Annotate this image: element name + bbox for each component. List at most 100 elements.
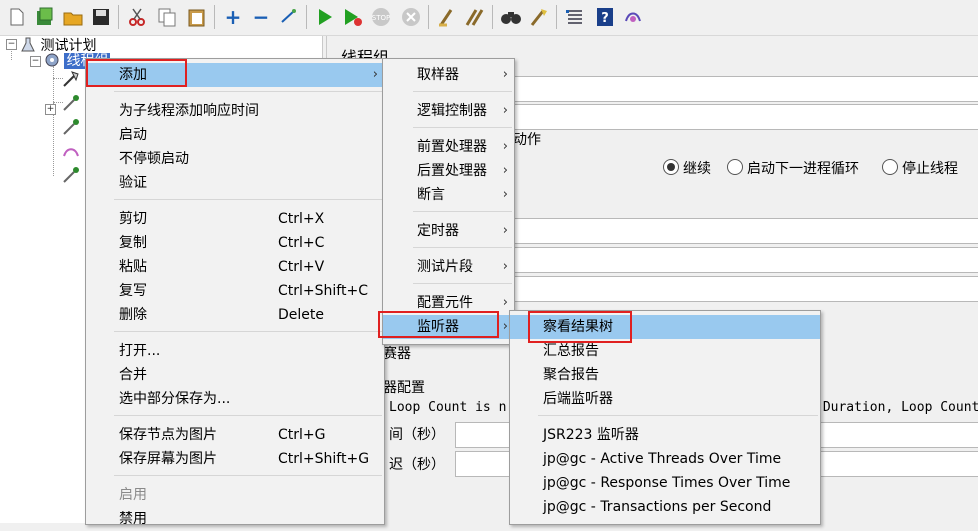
loop-count-field[interactable] (513, 276, 978, 302)
comments-field[interactable] (513, 104, 978, 130)
listener-icon[interactable] (62, 142, 80, 164)
chevron-right-icon: › (502, 163, 508, 178)
pipette-icon-2[interactable] (62, 118, 80, 140)
menu-item-start[interactable]: 启动 (86, 123, 384, 147)
submenu-item-assertion[interactable]: 断言 › (383, 183, 514, 207)
pipette-icon-3[interactable] (62, 166, 80, 188)
menu-item-add[interactable]: 添加 › (86, 63, 384, 87)
listener-item-view-results-tree[interactable]: 察看结果树 (510, 315, 820, 339)
menu-item-save-screen-image[interactable]: 保存屏幕为图片 Ctrl+Shift+G (86, 447, 384, 471)
listener-item-jsr223[interactable]: JSR223 监听器 (510, 423, 820, 447)
submenu-item-listener[interactable]: 监听器 › (383, 315, 514, 339)
ramp-up-field[interactable] (513, 247, 978, 273)
submenu-item-config-element[interactable]: 配置元件 › (383, 291, 514, 315)
collapse-root-icon[interactable]: − (6, 39, 17, 50)
submenu-item-logic-controller[interactable]: 逻辑控制器 › (383, 99, 514, 123)
menu-item-copy[interactable]: 复制 Ctrl+C (86, 231, 384, 255)
listener-item-backend-listener[interactable]: 后端监听器 (510, 387, 820, 411)
chevron-right-icon: › (372, 67, 378, 82)
menu-item-validate[interactable]: 验证 (86, 171, 384, 195)
menu-item-open[interactable]: 打开... (86, 339, 384, 363)
menu-item-disable[interactable]: 禁用 (86, 507, 384, 531)
http-sampler-icon[interactable] (62, 70, 80, 92)
start-no-pause-icon[interactable] (342, 6, 364, 28)
menu-item-duplicate[interactable]: 复写 Ctrl+Shift+C (86, 279, 384, 303)
toolbar: + − STOP ? (0, 0, 978, 36)
search-icon[interactable] (500, 6, 522, 28)
submenu-item-label: 配置元件 (417, 295, 473, 311)
clear-all-icon[interactable] (464, 6, 486, 28)
submenu-item-post-processor[interactable]: 后置处理器 › (383, 159, 514, 183)
chevron-right-icon: › (502, 259, 508, 274)
listener-item-transactions-per-second[interactable]: jp@gc - Transactions per Second (510, 495, 820, 519)
menu-item-save-node-image[interactable]: 保存节点为图片 Ctrl+G (86, 423, 384, 447)
radio-next-loop-icon (727, 159, 743, 175)
chevron-right-icon: › (502, 139, 508, 154)
collapse-all-icon[interactable]: − (250, 6, 272, 28)
menu-item-label: 选中部分保存为... (119, 391, 231, 407)
listener-item-aggregate-report[interactable]: 聚合报告 (510, 363, 820, 387)
stop-icon[interactable]: STOP (370, 6, 392, 28)
submenu-item-sampler[interactable]: 取样器 › (383, 63, 514, 87)
number-of-threads-field[interactable] (513, 218, 978, 244)
menu-item-label: 打开... (119, 343, 161, 359)
pipette-icon[interactable] (62, 94, 80, 116)
listener-item-summary-report[interactable]: 汇总报告 (510, 339, 820, 363)
submenu-item-test-fragment[interactable]: 测试片段 › (383, 255, 514, 279)
cut-icon[interactable] (126, 6, 148, 28)
expand-child-icon[interactable]: + (45, 104, 56, 115)
radio-stop-thread[interactable]: 停止线程 (882, 158, 958, 178)
function-helper-icon[interactable] (564, 6, 586, 28)
submenu-item-timer[interactable]: 定时器 › (383, 219, 514, 243)
submenu-item-label: 逻辑控制器 (417, 103, 487, 119)
remote-icon[interactable] (622, 6, 644, 28)
help-icon[interactable]: ? (594, 6, 616, 28)
listener-item-label: jp@gc - Transactions per Second (543, 499, 772, 515)
templates-icon[interactable] (34, 6, 56, 28)
radio-continue[interactable]: 继续 (663, 158, 711, 178)
listener-item-active-threads[interactable]: jp@gc - Active Threads Over Time (510, 447, 820, 471)
new-file-icon[interactable] (6, 6, 28, 28)
menu-item-start-no-pause[interactable]: 不停顿启动 (86, 147, 384, 171)
menu-item-add-label: 添加 (119, 67, 147, 83)
expand-all-icon[interactable]: + (222, 6, 244, 28)
duration-note: (Duration, Loop Count (815, 400, 978, 415)
listener-item-label: 察看结果树 (543, 319, 613, 335)
menu-item-shortcut: Ctrl+Shift+G (278, 451, 370, 467)
open-icon[interactable] (62, 6, 84, 28)
svg-text:STOP: STOP (372, 14, 390, 22)
menu-item-label: 删除 (119, 307, 147, 323)
submenu-item-pre-processor[interactable]: 前置处理器 › (383, 135, 514, 159)
paste-icon[interactable] (186, 6, 208, 28)
name-field[interactable] (513, 76, 978, 102)
save-icon[interactable] (90, 6, 112, 28)
sampler-error-action-label: 动作 (513, 132, 541, 148)
collapse-thread-group-icon[interactable]: − (30, 56, 41, 67)
menu-item-label: 剪切 (119, 211, 147, 227)
start-icon[interactable] (314, 6, 336, 28)
chevron-right-icon: › (502, 223, 508, 238)
listener-item-response-times[interactable]: jp@gc - Response Times Over Time (510, 471, 820, 495)
copy-icon[interactable] (156, 6, 178, 28)
menu-item-label: 复制 (119, 235, 147, 251)
radio-next-loop[interactable]: 启动下一进程循环 (727, 158, 859, 178)
menu-item-label: 为子线程添加响应时间 (119, 103, 259, 119)
gear-icon (44, 52, 60, 68)
listener-submenu: 察看结果树 汇总报告 聚合报告 后端监听器 JSR223 监听器 jp@gc -… (509, 310, 821, 525)
menu-item-save-selection-as[interactable]: 选中部分保存为... (86, 387, 384, 411)
submenu-item-label: 后置处理器 (417, 163, 487, 179)
clear-icon[interactable] (436, 6, 458, 28)
menu-item-label: 粘贴 (119, 259, 147, 275)
menu-item-shortcut: Ctrl+V (278, 259, 325, 275)
menu-item-delete[interactable]: 删除 Delete (86, 303, 384, 327)
toggle-icon[interactable] (278, 6, 300, 28)
menu-item-paste[interactable]: 粘贴 Ctrl+V (86, 255, 384, 279)
menu-item-merge[interactable]: 合并 (86, 363, 384, 387)
reset-search-icon[interactable] (528, 6, 550, 28)
menu-item-shortcut: Ctrl+G (278, 427, 326, 443)
menu-item-add-response-time[interactable]: 为子线程添加响应时间 (86, 99, 384, 123)
shutdown-icon[interactable] (400, 6, 422, 28)
submenu-item-label: 前置处理器 (417, 139, 487, 155)
submenu-item-label: 监听器 (417, 319, 459, 335)
menu-item-cut[interactable]: 剪切 Ctrl+X (86, 207, 384, 231)
